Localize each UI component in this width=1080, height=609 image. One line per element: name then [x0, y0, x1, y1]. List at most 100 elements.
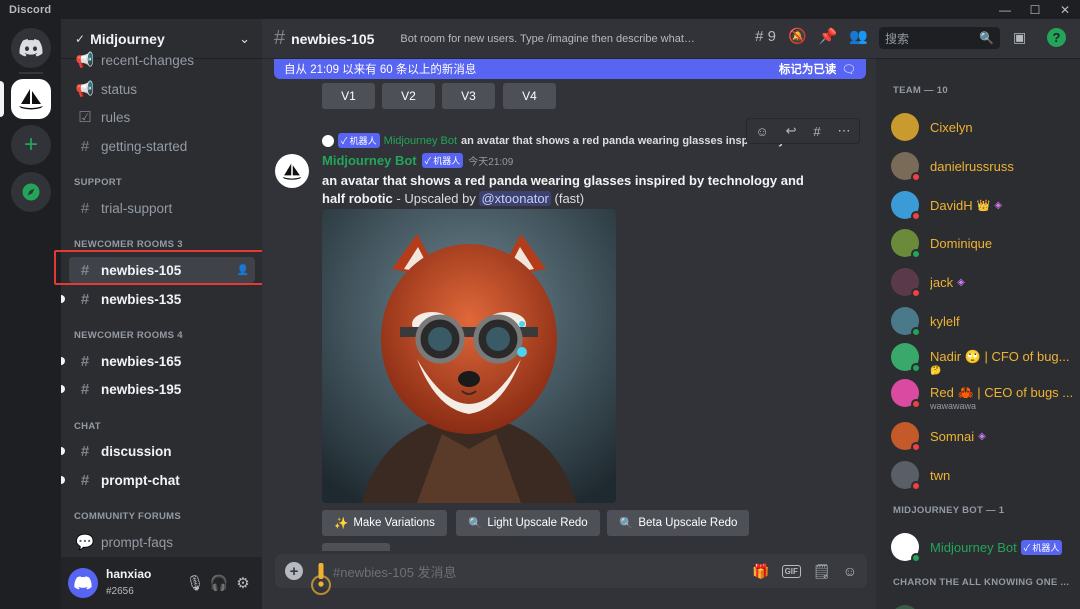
gift-icon[interactable]: 🎁 — [752, 563, 769, 580]
category-header[interactable]: NEWCOMER ROOMS 4 — [74, 330, 183, 341]
member-item[interactable]: Midjourney Bot ✓ 机器人 — [891, 531, 1076, 563]
v3-button[interactable]: V3 — [442, 83, 495, 109]
sidebar-item-trial-support[interactable]: # trial-support — [69, 195, 255, 221]
search-input[interactable]: 搜索 🔍 — [879, 27, 1000, 49]
discord-app: Discord — ☐ ✕ + ✓ Midjourney ⌄ 📢 recent-c… — [0, 0, 1080, 609]
channel-header: # newbies-105 Bot room for new users. Ty… — [262, 19, 876, 59]
username: hanxiao — [106, 567, 152, 581]
close-button[interactable]: ✕ — [1050, 0, 1080, 19]
gear-icon[interactable]: ⚙ — [231, 574, 255, 592]
microphone-icon[interactable]: 🎙 — [183, 574, 207, 592]
beta-upscale-redo-button[interactable]: 🔍 Beta Upscale Redo — [607, 510, 750, 536]
search-icon: 🔍 — [979, 31, 994, 45]
home-button[interactable] — [11, 28, 51, 68]
truncated-button[interactable] — [322, 543, 390, 551]
reply-reference[interactable]: ✓ 机器人 Midjourney Bot an avatar that show… — [322, 133, 810, 148]
sidebar-item-status[interactable]: 📢 status — [69, 76, 255, 102]
mark-as-read-button[interactable]: 标记为已读 — [779, 61, 837, 77]
create-thread-icon[interactable]: # — [813, 124, 820, 139]
sidebar-item-label: rules — [101, 109, 131, 125]
status-online-icon — [911, 553, 921, 563]
selection-highlight-box — [54, 250, 277, 285]
user-mention[interactable]: @xtoonator — [479, 191, 551, 206]
magnifier-icon: 🔍 — [619, 518, 634, 530]
member-item[interactable]: Nadir 🙄 | CFO of bug... 🤔 — [891, 341, 1076, 375]
avatar — [891, 379, 921, 409]
member-list-icon[interactable]: 👥 — [849, 27, 868, 45]
message-author[interactable]: Midjourney Bot — [322, 153, 417, 168]
member-item[interactable]: DavidH 👑 ◈ — [891, 189, 1076, 221]
avatar[interactable] — [68, 568, 98, 598]
mark-read-icon: 🗨 — [841, 64, 856, 76]
server-midjourney[interactable] — [11, 79, 51, 119]
v4-button[interactable]: V4 — [503, 83, 556, 109]
add-server-button[interactable]: + — [11, 125, 51, 165]
member-item[interactable]: twn — [891, 459, 1076, 491]
magnifier-icon: 🔍 — [468, 518, 483, 530]
sidebar-item-newbies-195[interactable]: # newbies-195 — [61, 376, 255, 402]
server-rail: + — [0, 19, 61, 609]
sticker-icon[interactable]: 🗒 — [813, 563, 831, 580]
unread-indicator — [61, 385, 65, 393]
category-header[interactable]: NEWCOMER ROOMS 3 — [74, 239, 183, 250]
mute-bell-icon[interactable]: 🔕 — [788, 27, 807, 45]
add-reaction-icon[interactable]: ☺ — [755, 124, 768, 139]
sidebar-item-newbies-165[interactable]: # newbies-165 — [61, 348, 255, 374]
member-item[interactable]: Charon the FAQ...机器人 — [891, 603, 1076, 609]
member-item[interactable]: jack ◈ — [891, 266, 1076, 298]
generated-image-red-panda[interactable] — [322, 209, 616, 503]
member-item[interactable]: danielrussruss — [891, 150, 1076, 182]
bot-avatar[interactable] — [275, 154, 309, 188]
make-variations-button[interactable]: ✨ Make Variations — [322, 510, 447, 536]
sidebar-item-label: getting-started — [101, 138, 188, 154]
reply-avatar-icon — [322, 134, 334, 147]
header-toolbar: # 9 🔕 📌 👥 — [755, 27, 868, 46]
category-header[interactable]: SUPPORT — [74, 177, 122, 188]
help-icon[interactable]: ? — [1047, 28, 1066, 47]
emoji-icon[interactable]: ☺ — [843, 563, 857, 579]
unread-indicator — [61, 447, 65, 455]
member-item[interactable]: Dominique — [891, 227, 1076, 259]
category-header[interactable]: COMMUNITY FORUMS — [74, 511, 181, 522]
v2-button[interactable]: V2 — [382, 83, 435, 109]
minimize-button[interactable]: — — [990, 0, 1020, 19]
inbox-icon[interactable]: ▣ — [1013, 29, 1026, 46]
new-messages-bar[interactable]: 自从 21:09 以来有 60 条以上的新消息 标记为已读 🗨 — [274, 59, 866, 79]
light-upscale-redo-button[interactable]: 🔍 Light Upscale Redo — [456, 510, 600, 536]
member-item[interactable]: Cixelyn — [891, 111, 1076, 143]
gif-icon[interactable]: GIF — [781, 564, 801, 578]
v1-button[interactable]: V1 — [322, 83, 375, 109]
explore-servers-button[interactable] — [11, 172, 51, 212]
more-options-icon[interactable]: ⋯ — [838, 123, 851, 139]
message-composer[interactable]: + #newbies-105 发消息 🎁 GIF 🗒 ☺ — [275, 554, 867, 588]
avatar — [891, 461, 921, 491]
hash-icon: # — [80, 442, 90, 460]
title-bar: Discord — ☐ ✕ — [0, 0, 1080, 19]
member-name: Nadir 🙄 | CFO of bug... — [930, 349, 1070, 364]
category-header[interactable]: CHAT — [74, 421, 101, 432]
member-item[interactable]: Red 🦀 | CEO of bugs ... wawawawa — [891, 377, 1076, 411]
member-name: twn — [930, 467, 951, 483]
sidebar-item-recent-changes[interactable]: 📢 recent-changes — [69, 47, 255, 73]
message-input[interactable]: #newbies-105 发消息 — [333, 562, 457, 581]
attach-plus-icon[interactable]: + — [285, 562, 303, 580]
pin-icon[interactable]: 📌 — [819, 27, 838, 45]
member-item[interactable]: Somnai ◈ — [891, 420, 1076, 452]
reply-icon[interactable]: ↩ — [786, 123, 797, 139]
sidebar-item-prompt-chat[interactable]: # prompt-chat — [61, 467, 255, 493]
threads-icon[interactable]: # 9 — [755, 28, 776, 45]
sidebar-item-getting-started[interactable]: # getting-started — [69, 133, 255, 159]
status-dnd-icon — [911, 399, 921, 409]
sidebar-item-prompt-faqs[interactable]: 💬 prompt-faqs — [69, 529, 255, 555]
sidebar-item-newbies-135[interactable]: # newbies-135 — [61, 286, 255, 312]
sidebar-item-discussion[interactable]: # discussion — [61, 438, 255, 464]
sidebar-item-rules[interactable]: ☑ rules — [69, 104, 255, 130]
hash-icon: # — [80, 137, 90, 155]
avatar — [891, 229, 921, 259]
sidebar-item-label: newbies-135 — [101, 291, 182, 307]
headphones-icon[interactable]: 🎧 — [207, 574, 231, 592]
member-name: Dominique — [930, 235, 993, 251]
maximize-button[interactable]: ☐ — [1020, 0, 1050, 19]
channel-topic[interactable]: Bot room for new users. Type /imagine th… — [386, 33, 696, 45]
member-item[interactable]: kylelf — [891, 305, 1076, 337]
